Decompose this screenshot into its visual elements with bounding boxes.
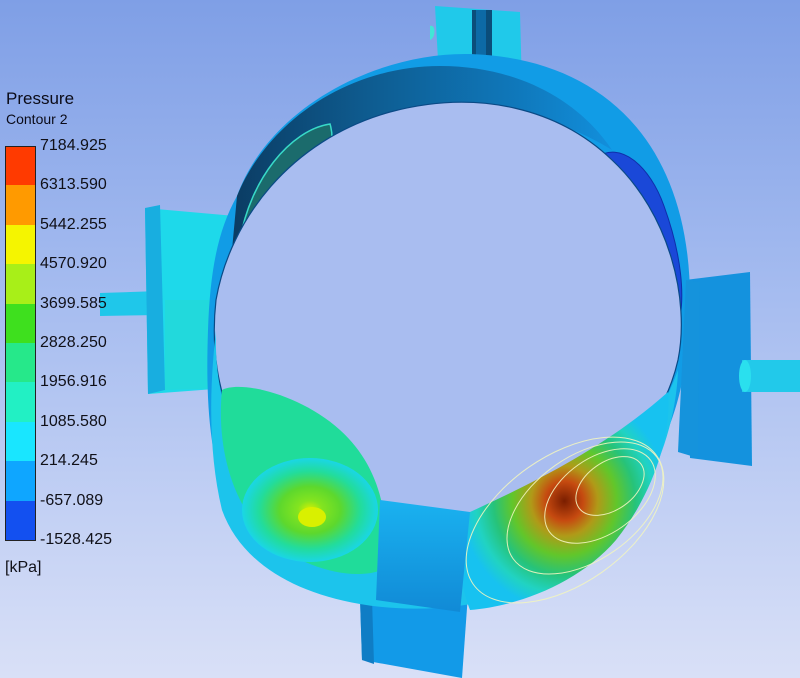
legend-tick-label: 4570.920 xyxy=(40,255,107,273)
legend-color-band xyxy=(5,382,36,422)
legend-tick-label: 5442.255 xyxy=(40,215,107,233)
legend-tick-label: 2828.250 xyxy=(40,334,107,351)
legend-color-band xyxy=(5,500,36,541)
bottom-center-block xyxy=(376,500,470,612)
legend-color-band xyxy=(5,461,36,501)
legend-color-band xyxy=(5,185,36,225)
color-legend: Pressure Contour 2 7184.925 6313.590 5442.… xyxy=(0,0,170,600)
legend-tick-label: 214.245 xyxy=(40,452,98,470)
legend-color-band xyxy=(5,264,36,304)
legend-tick-label: 1956.916 xyxy=(40,373,107,391)
legend-tick-label: -657.089 xyxy=(40,491,104,509)
legend-subtitle: Contour 2 xyxy=(6,111,68,127)
legend-tick-label: 3699.585 xyxy=(40,294,107,312)
legend-color-band xyxy=(5,343,36,383)
legend-color-band xyxy=(5,224,36,265)
legend-color-band xyxy=(5,421,36,462)
legend-color-band xyxy=(5,146,36,187)
legend-title: Pressure xyxy=(6,89,75,108)
legend-color-band xyxy=(5,303,36,343)
right-mount-block xyxy=(685,272,800,466)
left-peak-core xyxy=(298,507,326,527)
legend-tick-label: 7184.925 xyxy=(40,137,107,154)
3d-viewport[interactable]: Pressure Contour 2 7184.925 6313.590 5442.… xyxy=(0,0,800,678)
legend-tick-label: 6313.590 xyxy=(40,176,107,194)
legend-tick-label: 1085.580 xyxy=(40,412,107,430)
legend-unit: [kPa] xyxy=(5,559,42,576)
legend-tick-label: -1528.425 xyxy=(40,531,113,548)
